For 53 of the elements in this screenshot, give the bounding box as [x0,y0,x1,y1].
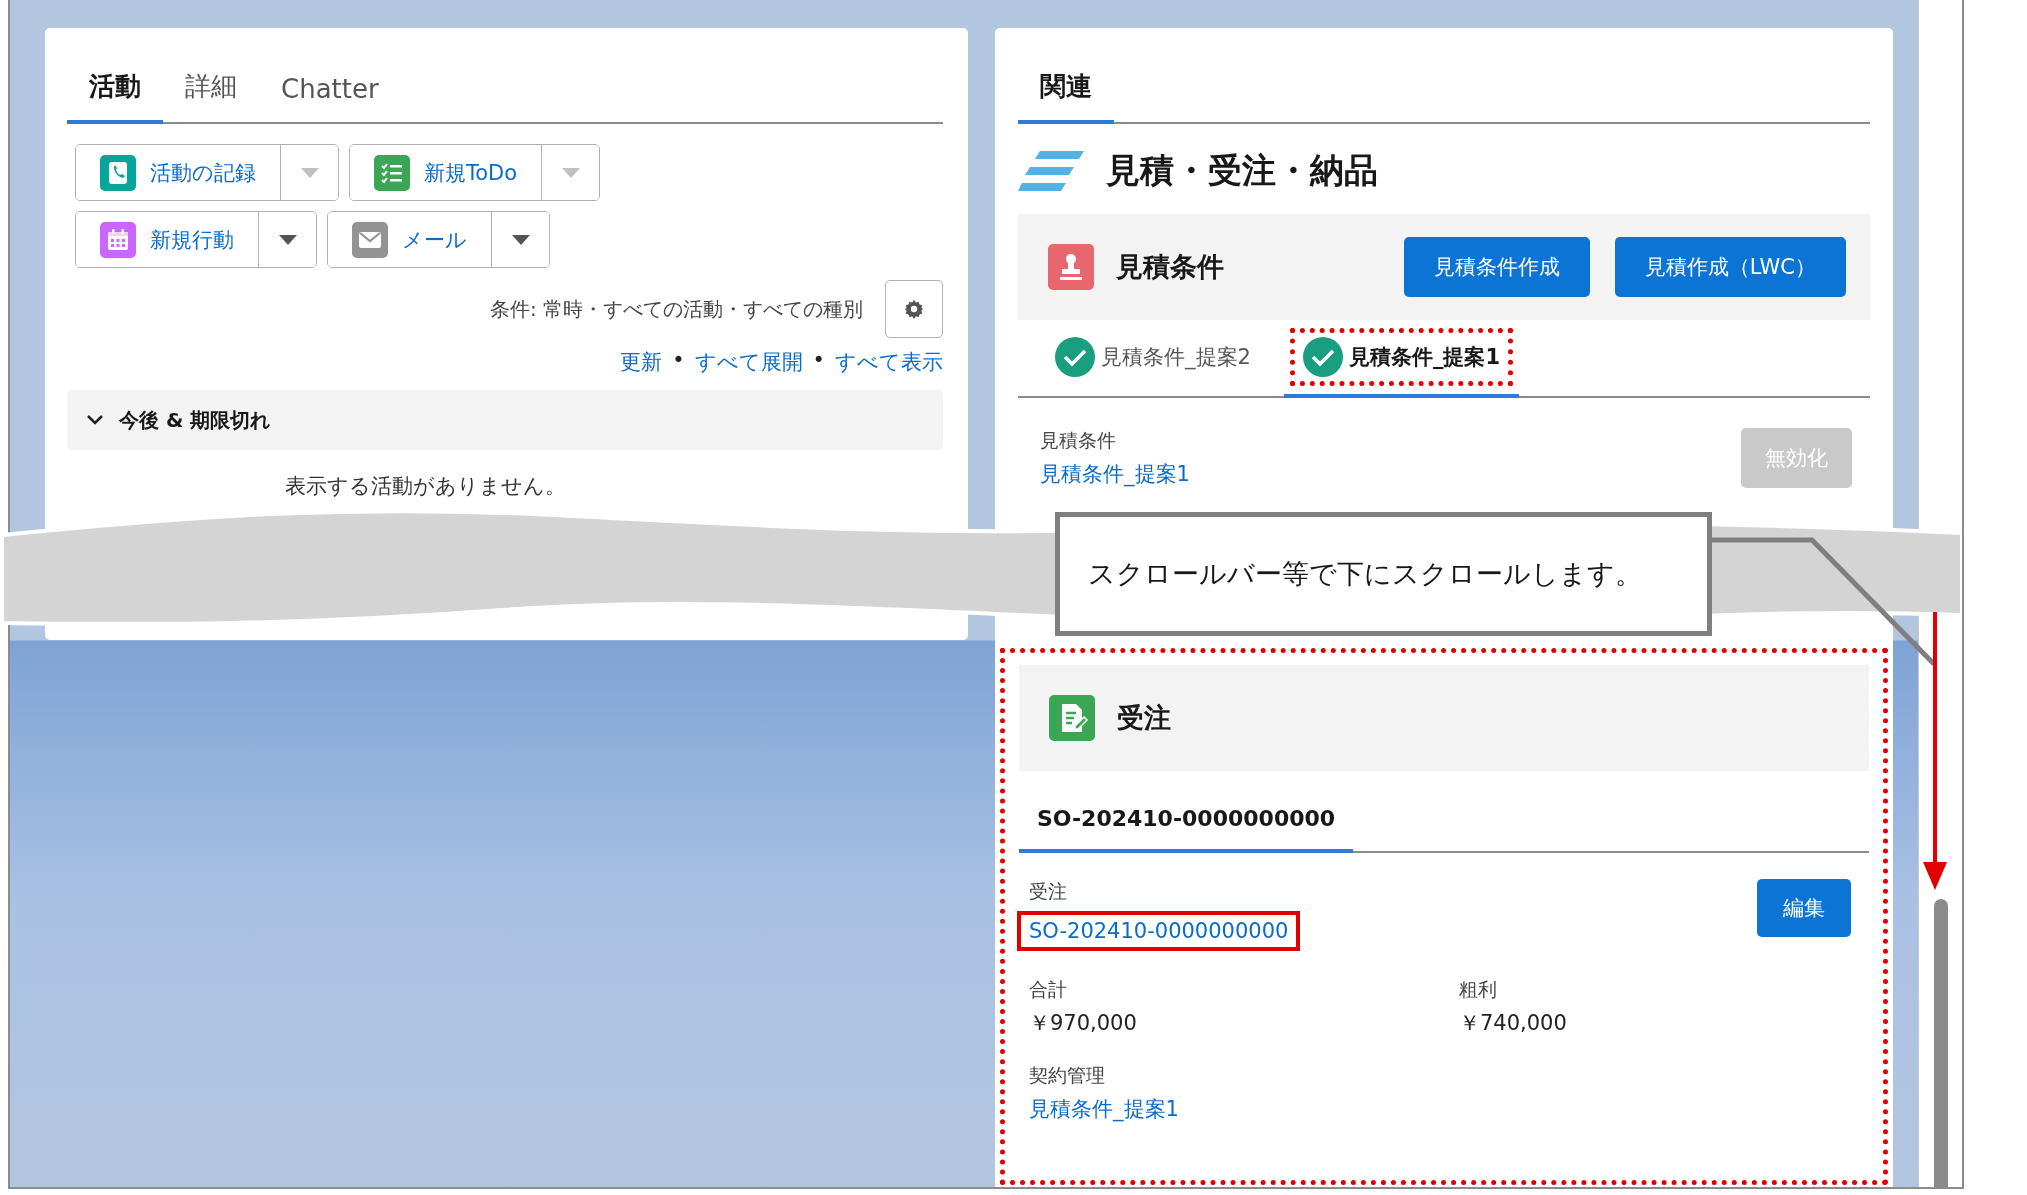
separator: • [672,348,685,374]
caret-icon [510,233,531,246]
field-link[interactable]: SO-202410-0000000000 [1017,911,1301,951]
field-link[interactable]: 見積条件_提案1 [1040,460,1190,488]
checklist-icon [374,154,410,191]
callout-text: スクロールバー等で下にスクロールします。 [1055,512,1712,636]
field-link[interactable]: 見積条件_提案1 [1029,1095,1179,1123]
section-title: 今後 & 期限切れ [119,406,271,434]
panel-title: 受注 [1117,701,1171,735]
link[interactable]: 更新 [620,348,663,376]
tab[interactable]: 見積条件_提案1 [1283,320,1519,398]
scrollbar-thumb[interactable] [1933,899,1948,1187]
section-header[interactable]: 今後 & 期限切れ [67,390,943,450]
action-button[interactable]: 見積条件作成 [1403,237,1590,297]
field-label: 粗利 [1459,977,1497,1002]
envelope-icon [352,221,388,258]
filter-text: 条件: 常時・すべての活動・すべての種別 [489,295,863,323]
edit-button[interactable]: 編集 [1757,879,1851,937]
field-label: 見積条件 [1040,428,1116,453]
phone-book-icon [100,154,136,191]
separator: • [812,348,825,374]
tab[interactable]: SO-202410-0000000000 [1019,806,1354,853]
calendar-icon [100,221,136,258]
field-label: 契約管理 [1029,1063,1105,1088]
caret-icon [277,233,298,246]
field-label: 合計 [1029,977,1067,1002]
stripes-icon [1018,151,1084,191]
field-value: ￥740,000 [1459,1010,1567,1037]
dropdown-button[interactable] [491,212,549,267]
tab[interactable]: 見積条件_提案2 [1036,320,1270,398]
tab-label: 見積条件_提案1 [1348,344,1500,371]
caret-icon [560,166,581,179]
document-pencil-icon [1049,695,1095,741]
check-circle-icon [1302,337,1343,377]
tab-label: 見積条件_提案2 [1101,344,1251,371]
caret-icon [299,166,320,179]
tab[interactable]: Chatter [259,74,401,124]
panel-title: 見積条件 [1116,250,1224,284]
field-value: ￥970,000 [1029,1010,1137,1037]
section-title: 見積・受注・納品 [1106,149,1378,192]
link[interactable]: すべて展開 [694,348,803,376]
settings-icon [903,298,925,320]
settings-button[interactable] [885,280,943,338]
check-circle-icon [1055,337,1095,377]
tab[interactable]: 関連 [1018,69,1114,124]
action-button[interactable]: 見積作成（LWC） [1614,237,1846,297]
tab[interactable]: 詳細 [163,69,259,124]
empty-message: 表示する活動がありません。 [283,473,567,500]
dropdown-button[interactable] [258,212,316,267]
tab[interactable]: 活動 [67,69,163,124]
stamp-icon [1048,244,1094,290]
field-label: 受注 [1029,879,1067,904]
link[interactable]: すべて表示 [835,348,943,376]
